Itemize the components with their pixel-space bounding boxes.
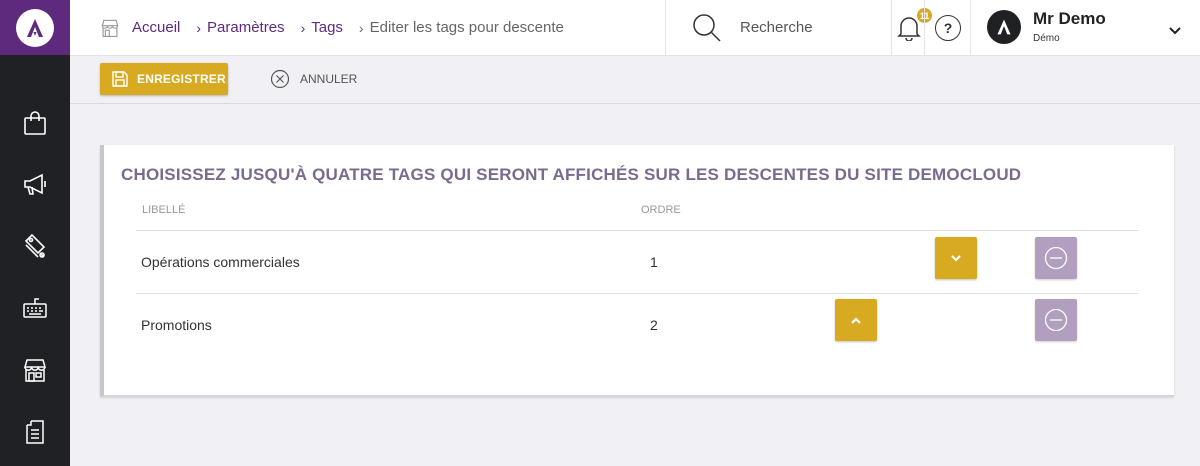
top-bar: Accueil › Paramètres › Tags › Editer les… [70,0,1200,56]
chevron-down-icon[interactable] [1169,22,1181,40]
minus-circle-icon [1044,308,1068,332]
save-button[interactable]: ENREGISTRER [100,63,228,95]
breadcrumb-tags[interactable]: Tags [311,19,343,36]
column-header-order: ORDRE [641,204,681,216]
minus-circle-icon [1044,246,1068,270]
keyboard-icon[interactable] [19,292,51,324]
shopping-bag-icon[interactable] [19,107,51,139]
tags-card: CHOISISSEZ JUSQU'À QUATRE TAGS QUI SERON… [100,145,1174,397]
logo-icon [16,8,54,47]
row-order: 1 [650,254,658,270]
table-row: Opérations commerciales 1 [136,230,1139,293]
avatar [987,10,1021,44]
store-icon[interactable] [19,354,51,386]
notifications-button[interactable]: 11 [891,0,932,55]
column-header-label: LIBELLÉ [142,204,186,216]
help-icon: ? [935,14,961,41]
chevron-up-icon [851,316,861,324]
chevron-right-icon: › [300,19,306,36]
chevron-right-icon: › [196,19,202,36]
table-row: Promotions 2 [136,293,1139,356]
user-name: Mr Demo [1033,9,1106,28]
breadcrumb-current: Editer les tags pour descente [369,19,564,36]
move-down-button[interactable] [935,237,977,279]
cancel-button-label: ANNULER [300,72,358,86]
move-up-button[interactable] [835,299,877,341]
user-menu[interactable]: Mr Demo Démo [970,0,1200,55]
breadcrumb: Accueil › Paramètres › Tags › Editer les… [100,0,580,55]
row-label: Promotions [141,317,212,333]
breadcrumb-home[interactable]: Accueil [132,19,180,36]
search-icon [692,13,722,43]
search-input[interactable]: Recherche [740,19,813,36]
chevron-down-icon [951,254,961,262]
search-box[interactable]: Recherche [665,0,892,55]
remove-tag-button[interactable] [1035,237,1077,279]
user-role: Démo [1033,33,1060,44]
tags-icon[interactable] [19,230,51,262]
row-order: 2 [650,317,658,333]
chevron-right-icon: › [358,19,364,36]
help-button[interactable]: ? [924,0,971,55]
cancel-button[interactable]: ANNULER [270,63,357,95]
megaphone-icon[interactable] [19,168,51,200]
document-icon[interactable] [19,416,51,448]
row-label: Opérations commerciales [141,254,300,270]
save-button-label: ENREGISTRER [137,72,226,86]
sidebar [0,0,70,466]
close-circle-icon [270,69,290,89]
breadcrumb-settings[interactable]: Paramètres [207,19,285,36]
card-title: CHOISISSEZ JUSQU'À QUATRE TAGS QUI SERON… [121,165,1022,184]
remove-tag-button[interactable] [1035,299,1077,341]
store-icon [100,18,120,38]
action-bar: ENREGISTRER ANNULER [70,56,1200,104]
app-logo[interactable] [0,0,70,55]
floppy-disk-icon [111,70,129,88]
